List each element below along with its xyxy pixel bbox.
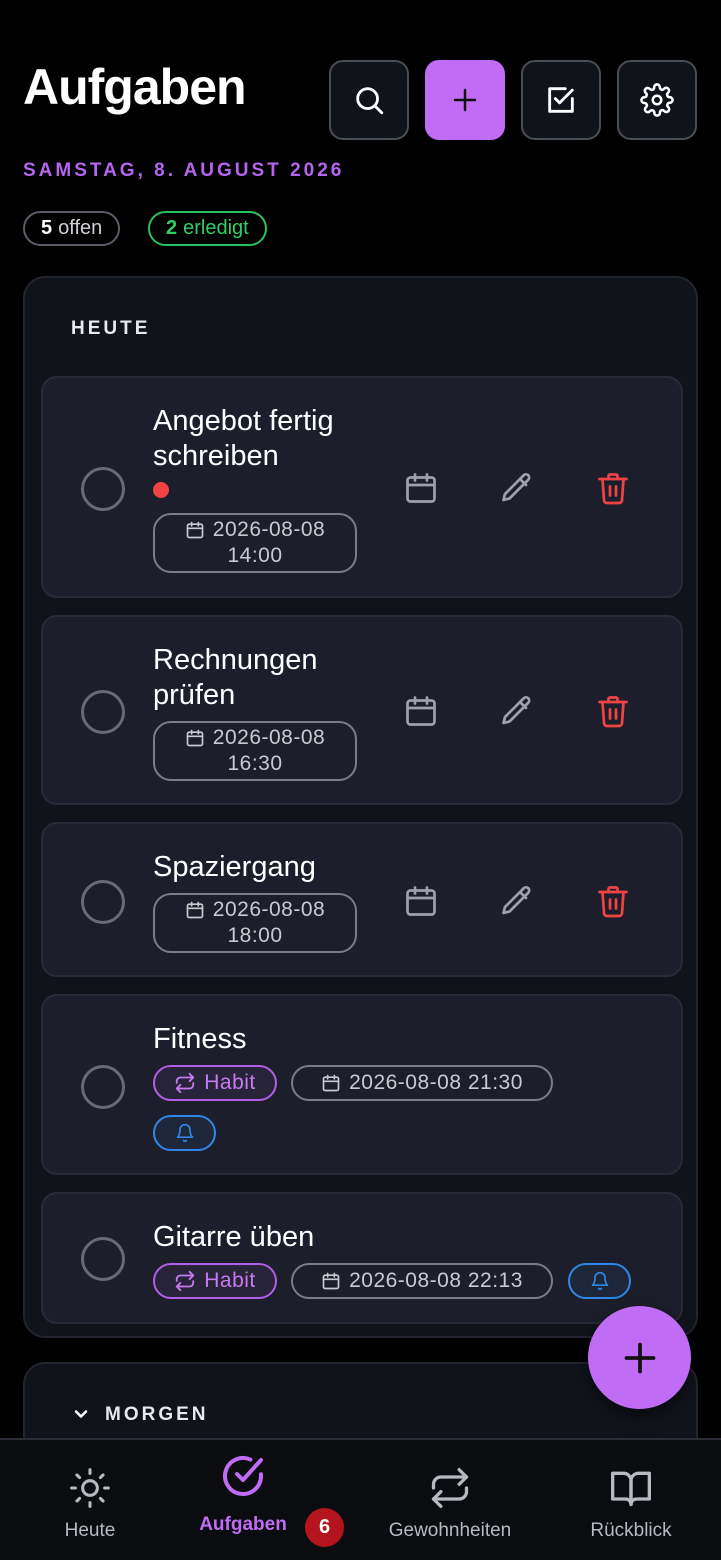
due-date-tag: 2026-08-08 16:30	[153, 721, 357, 781]
open-label: offen	[58, 217, 103, 239]
sun-icon	[70, 1468, 110, 1508]
due-date-tag: 2026-08-08 22:13	[291, 1263, 553, 1299]
task-title: Spaziergang	[153, 851, 316, 883]
pencil-icon	[502, 885, 531, 915]
schedule-button[interactable]	[401, 691, 441, 731]
calendar-icon	[406, 886, 436, 916]
schedule-button[interactable]	[401, 468, 441, 508]
trash-icon	[598, 696, 628, 728]
check-circle-icon	[223, 1456, 263, 1496]
calendar-icon	[186, 901, 204, 919]
calendar-icon	[322, 1272, 340, 1290]
add-task-fab[interactable]	[588, 1306, 691, 1409]
calendar-icon	[186, 521, 204, 539]
edit-button[interactable]	[497, 691, 537, 731]
reminder-tag	[568, 1263, 631, 1299]
bell-icon	[176, 1123, 193, 1143]
task-card[interactable]: Angebot fertig schreiben 2026-08-08 14:0…	[41, 376, 683, 598]
open-count-badge[interactable]: 5 offen	[23, 211, 121, 246]
nav-item-gewohnheiten[interactable]: Gewohnheiten	[360, 1440, 540, 1560]
trash-icon	[598, 886, 628, 918]
search-button[interactable]	[329, 60, 409, 140]
task-checkbox[interactable]	[81, 467, 125, 511]
search-icon	[356, 87, 384, 115]
task-title: Fitness	[153, 1023, 247, 1055]
chevron-down-icon[interactable]	[71, 1404, 91, 1424]
nav-label: Heute	[64, 1520, 116, 1541]
today-section: HEUTE Angebot fertig schreiben 2026-08-0…	[23, 276, 698, 1338]
nav-item-aufgaben[interactable]: Aufgaben	[153, 1440, 333, 1560]
task-checkbox[interactable]	[81, 690, 125, 734]
delete-button[interactable]	[593, 691, 633, 731]
calendar-icon	[322, 1074, 340, 1092]
checkbox-icon	[548, 87, 574, 113]
task-count-badge: 6	[305, 1508, 344, 1547]
section-title: MORGEN	[105, 1404, 209, 1425]
calendar-icon	[406, 696, 436, 726]
add-task-button[interactable]	[425, 60, 505, 140]
delete-button[interactable]	[593, 881, 633, 921]
bell-icon	[591, 1271, 608, 1291]
habit-tag: Habit	[153, 1065, 277, 1101]
nav-item-rueckblick[interactable]: Rückblick	[541, 1440, 721, 1560]
calendar-icon	[406, 473, 436, 503]
book-icon	[611, 1471, 651, 1507]
gear-icon	[640, 83, 674, 117]
habit-tag: Habit	[153, 1263, 277, 1299]
page-title: Aufgaben	[23, 59, 247, 115]
done-count: 2	[166, 217, 178, 239]
priority-dot	[153, 482, 169, 498]
task-checkbox[interactable]	[81, 1065, 125, 1109]
plus-icon	[624, 1342, 655, 1373]
task-checkbox[interactable]	[81, 1237, 125, 1281]
calendar-icon	[186, 729, 204, 747]
task-title: Rechnungen prüfen	[153, 644, 318, 711]
task-title: Angebot fertig schreiben	[153, 405, 334, 472]
task-checkbox[interactable]	[81, 880, 125, 924]
done-label: erledigt	[183, 217, 249, 239]
nav-label: Gewohnheiten	[388, 1520, 512, 1541]
due-date-tag: 2026-08-08 18:00	[153, 893, 357, 953]
current-date: SAMSTAG, 8. AUGUST 2026	[23, 160, 345, 181]
pencil-icon	[502, 695, 531, 725]
edit-button[interactable]	[497, 468, 537, 508]
due-date-tag: 2026-08-08 14:00	[153, 513, 357, 573]
task-card[interactable]: Spaziergang 2026-08-08 18:00	[41, 822, 683, 977]
pencil-icon	[502, 472, 531, 502]
edit-button[interactable]	[497, 881, 537, 921]
open-count: 5	[41, 217, 53, 239]
bottom-nav: Heute Aufgaben 6 Gewohnheiten Rückblick	[0, 1438, 721, 1560]
task-card[interactable]: Fitness Habit 2026-08-08 21:30	[41, 994, 683, 1175]
settings-button[interactable]	[617, 60, 697, 140]
reminder-tag	[153, 1115, 216, 1151]
repeat-icon	[431, 1468, 469, 1508]
task-card[interactable]: Gitarre üben Habit 2026-08-08 22:13	[41, 1192, 683, 1324]
select-button[interactable]	[521, 60, 601, 140]
task-title: Gitarre üben	[153, 1221, 315, 1253]
section-title: HEUTE	[71, 318, 151, 339]
due-date-tag: 2026-08-08 21:30	[291, 1065, 553, 1101]
task-card[interactable]: Rechnungen prüfen 2026-08-08 16:30	[41, 615, 683, 805]
repeat-icon	[176, 1270, 195, 1292]
schedule-button[interactable]	[401, 881, 441, 921]
plus-icon	[453, 88, 477, 112]
delete-button[interactable]	[593, 468, 633, 508]
nav-label: Aufgaben	[199, 1514, 287, 1535]
done-count-badge[interactable]: 2 erledigt	[148, 211, 267, 246]
repeat-icon	[176, 1072, 195, 1094]
trash-icon	[598, 473, 628, 505]
nav-label: Rückblick	[590, 1520, 672, 1541]
